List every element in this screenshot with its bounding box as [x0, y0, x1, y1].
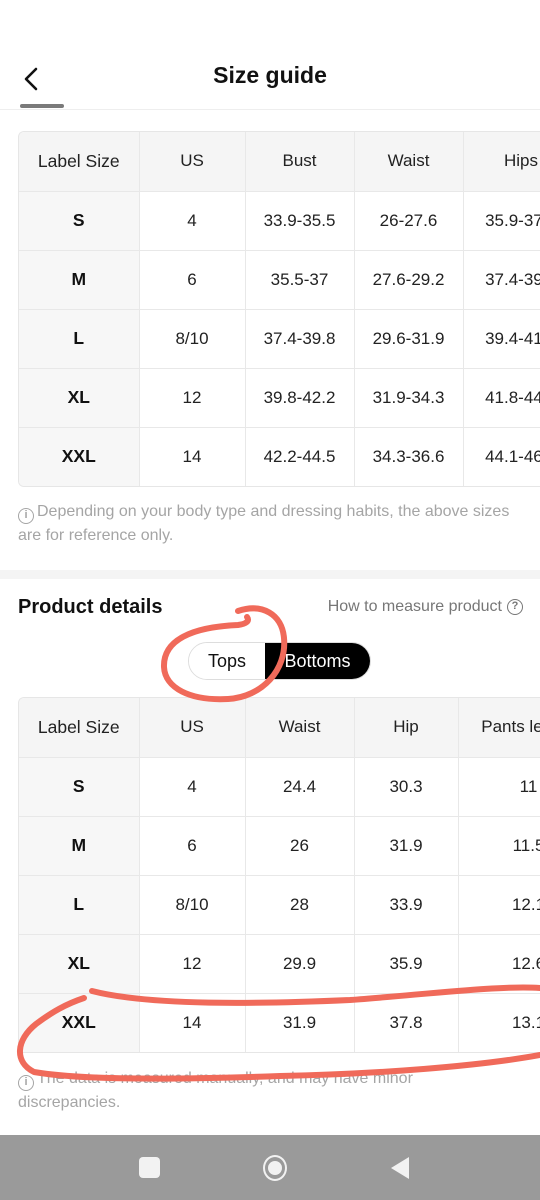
table-row: L 8/10 37.4-39.8 29.6-31.9 39.4-41.8 — [19, 309, 540, 369]
product-size-table[interactable]: Label Size US Waist Hip Pants length S 4… — [18, 697, 540, 1053]
table-cell: 41.8-44.1 — [463, 368, 540, 428]
table-cell: 13.1 — [458, 993, 540, 1052]
product-size-note: i The data is measured manually, and may … — [18, 1067, 518, 1114]
column-header: Waist — [245, 698, 355, 758]
table-cell: 8/10 — [139, 875, 246, 935]
home-button[interactable] — [262, 1154, 287, 1181]
table-cell: 12.1 — [458, 875, 540, 935]
table-cell: M — [19, 816, 140, 876]
table-cell: 8/10 — [139, 309, 246, 369]
product-type-toggle: Tops Bottoms — [188, 642, 371, 680]
table-cell: 39.8-42.2 — [245, 368, 355, 428]
section-title: Product details — [18, 596, 163, 618]
table-cell: 33.9-35.5 — [245, 191, 355, 251]
table-row: XL 12 29.9 35.9 12.6 — [19, 934, 540, 994]
table-row: L 8/10 28 33.9 12.1 — [19, 875, 540, 935]
back-icon — [391, 1156, 409, 1179]
clipped-section-heading — [20, 96, 80, 110]
table-cell: 4 — [139, 191, 246, 251]
column-header: US — [139, 698, 246, 758]
column-header: Pants length — [458, 698, 540, 758]
recent-apps-icon — [138, 1157, 160, 1178]
table-cell: S — [19, 757, 140, 817]
table-cell: M — [19, 250, 140, 310]
table-cell: 44.1-46.5 — [463, 427, 540, 486]
table-cell: 6 — [139, 816, 246, 876]
info-icon: i — [18, 508, 34, 524]
table-cell: 35.9-37.4 — [463, 191, 540, 251]
table-cell: 27.6-29.2 — [354, 250, 464, 310]
column-header: Label Size — [19, 698, 140, 758]
column-header: Bust — [245, 132, 355, 192]
table-row: XXL 14 31.9 37.8 13.1 — [19, 993, 540, 1052]
table-cell: L — [19, 875, 140, 935]
table-cell: 12 — [139, 368, 246, 428]
table-cell: 34.3-36.6 — [354, 427, 464, 486]
note-text: The data is measured manually, and may h… — [18, 1070, 413, 1111]
page-title: Size guide — [213, 62, 327, 88]
table-row: M 6 26 31.9 11.5 — [19, 816, 540, 876]
table-cell: S — [19, 191, 140, 251]
recent-apps-button[interactable] — [137, 1156, 161, 1180]
body-size-note: i Depending on your body type and dressin… — [18, 500, 518, 547]
table-cell: XL — [19, 368, 140, 428]
table-cell: 4 — [139, 757, 246, 817]
info-icon: i — [18, 1075, 34, 1091]
table-row: M 6 35.5-37 27.6-29.2 37.4-39.4 — [19, 250, 540, 310]
question-icon: ? — [507, 599, 523, 615]
system-navigation-bar — [0, 1135, 540, 1200]
table-cell: 31.9 — [354, 816, 459, 876]
table-cell: 37.4-39.8 — [245, 309, 355, 369]
table-cell: 37.8 — [354, 993, 459, 1052]
table-row: S 4 24.4 30.3 11 — [19, 757, 540, 817]
table-cell: 39.4-41.8 — [463, 309, 540, 369]
tops-tab[interactable]: Tops — [189, 643, 265, 679]
column-header: Hips — [463, 132, 540, 192]
app-header: Size guide — [0, 0, 540, 110]
table-cell: 29.6-31.9 — [354, 309, 464, 369]
table-cell: 28 — [245, 875, 355, 935]
table-cell: 31.9 — [245, 993, 355, 1052]
table-row: XL 12 39.8-42.2 31.9-34.3 41.8-44.1 — [19, 368, 540, 428]
note-text: Depending on your body type and dressing… — [18, 503, 510, 544]
table-header-row: Label Size US Waist Hip Pants length — [19, 698, 540, 758]
table-cell: 37.4-39.4 — [463, 250, 540, 310]
section-divider — [0, 570, 540, 579]
bottoms-tab[interactable]: Bottoms — [265, 643, 370, 679]
system-back-button[interactable] — [388, 1156, 412, 1180]
column-header: Label Size — [19, 132, 140, 192]
column-header: Waist — [354, 132, 464, 192]
table-cell: XL — [19, 934, 140, 994]
measure-link-label: How to measure product — [327, 598, 502, 615]
column-header: Hip — [354, 698, 459, 758]
table-row: S 4 33.9-35.5 26-27.6 35.9-37.4 — [19, 191, 540, 251]
table-cell: 26 — [245, 816, 355, 876]
table-cell: 31.9-34.3 — [354, 368, 464, 428]
table-cell: 35.5-37 — [245, 250, 355, 310]
table-cell: L — [19, 309, 140, 369]
table-cell: 33.9 — [354, 875, 459, 935]
table-cell: 14 — [139, 993, 246, 1052]
table-cell: 30.3 — [354, 757, 459, 817]
table-cell: 14 — [139, 427, 246, 486]
table-cell: 11 — [458, 757, 540, 817]
table-cell: XXL — [19, 427, 140, 486]
body-size-table[interactable]: Label Size US Bust Waist Hips S 4 33.9-3… — [18, 131, 540, 487]
table-cell: 24.4 — [245, 757, 355, 817]
table-cell: XXL — [19, 993, 140, 1052]
table-cell: 6 — [139, 250, 246, 310]
table-row: XXL 14 42.2-44.5 34.3-36.6 44.1-46.5 — [19, 427, 540, 486]
table-cell: 29.9 — [245, 934, 355, 994]
table-cell: 12.6 — [458, 934, 540, 994]
table-cell: 11.5 — [458, 816, 540, 876]
how-to-measure-link[interactable]: How to measure product ? — [328, 598, 523, 616]
table-cell: 35.9 — [354, 934, 459, 994]
table-cell: 26-27.6 — [354, 191, 464, 251]
home-icon — [262, 1154, 287, 1181]
column-header: US — [139, 132, 246, 192]
table-cell: 12 — [139, 934, 246, 994]
table-header-row: Label Size US Bust Waist Hips — [19, 132, 540, 192]
table-cell: 42.2-44.5 — [245, 427, 355, 486]
